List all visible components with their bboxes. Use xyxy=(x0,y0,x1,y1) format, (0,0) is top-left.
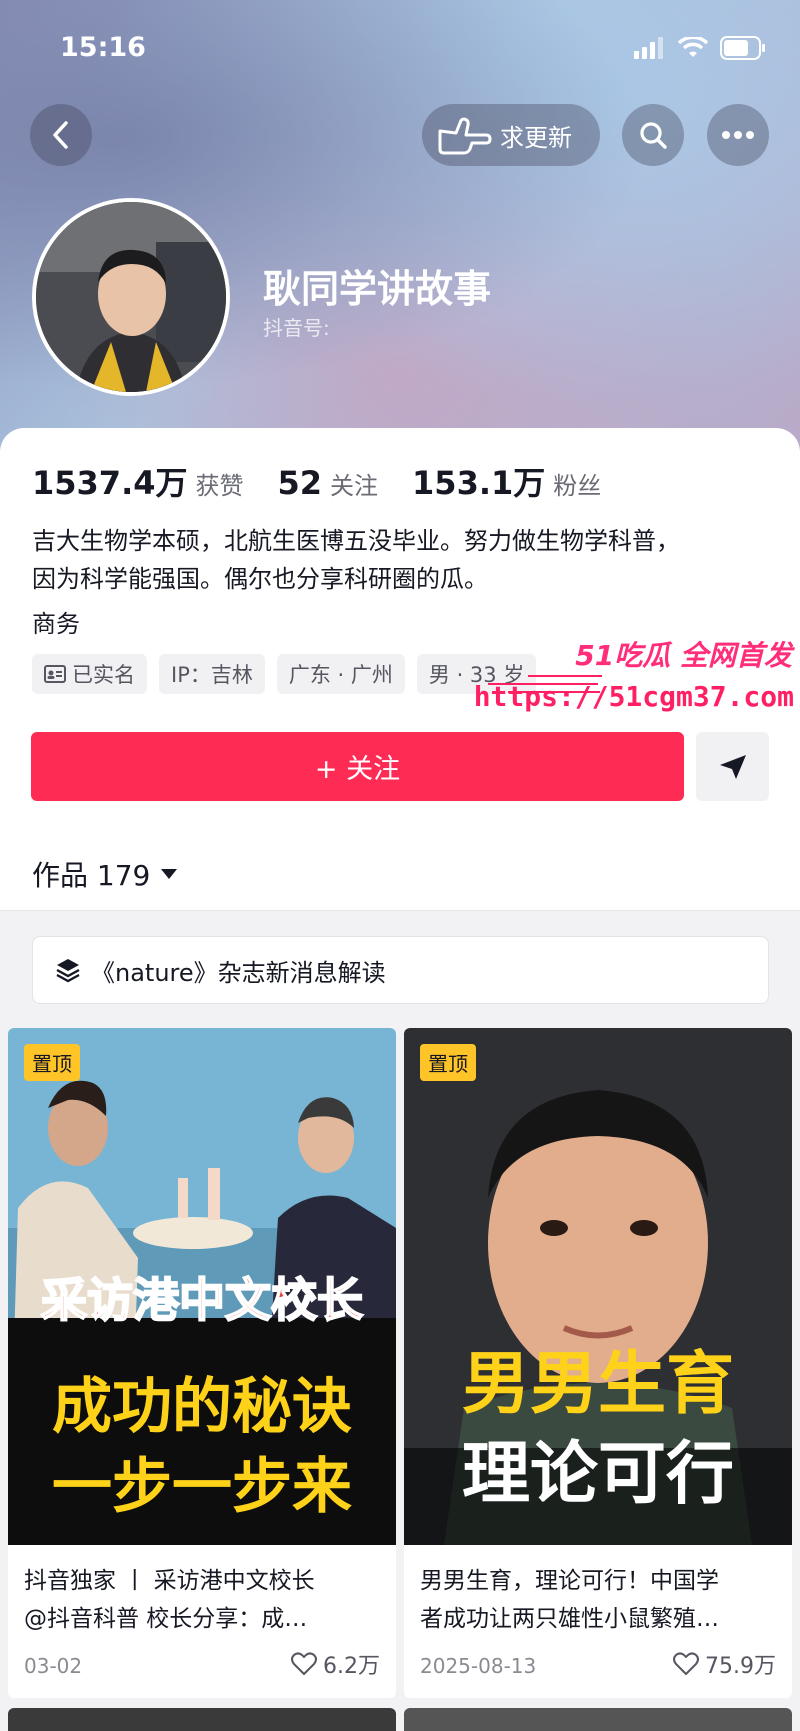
stat-likes-label: 获赞 xyxy=(195,472,244,500)
video-title-line: 男男生育，理论可行！中国学 xyxy=(420,1568,719,1594)
business-link[interactable]: 商务 xyxy=(32,604,80,639)
video-date: 2025-08-13 xyxy=(420,1654,537,1678)
video-card-partial[interactable] xyxy=(8,1708,396,1731)
request-update-button[interactable]: 求更新 xyxy=(422,104,600,166)
heart-icon xyxy=(291,1652,317,1675)
video-card[interactable]: 采访港中文校长 成功的秘诀 一步一步来 置顶 抖音独家 丨 采访港中文校长 @抖… xyxy=(8,1028,396,1698)
douyin-id[interactable]: 抖音号: xyxy=(263,312,330,341)
layers-icon xyxy=(56,959,80,983)
back-button[interactable] xyxy=(30,104,92,166)
video-title: 男男生育，理论可行！中国学 者成功让两只雄性小鼠繁殖… xyxy=(420,1562,780,1638)
tag-verified-label: 已实名 xyxy=(72,663,135,687)
video-thumbnail[interactable]: 采访港中文校长 成功的秘诀 一步一步来 置顶 xyxy=(8,1028,396,1545)
stat-following-value: 52 xyxy=(277,464,323,502)
bio-line: 吉大生物学本硕，北航生医博五没毕业。努力做生物学科普， xyxy=(32,527,680,555)
search-icon xyxy=(640,122,667,149)
caret-down-icon xyxy=(161,869,178,879)
thumbnail-headline: 一步一步来 xyxy=(52,1452,352,1522)
tag-ip: IP：吉林 xyxy=(159,654,265,694)
pointing-hand-icon xyxy=(438,117,492,155)
more-button[interactable] xyxy=(707,104,769,166)
tab-works[interactable]: 作品 179 xyxy=(32,854,178,894)
video-title-line: @抖音科普 校长分享：成… xyxy=(24,1606,308,1632)
tag-location: 广东 · 广州 xyxy=(276,654,405,694)
profile-tags: 已实名 IP：吉林 广东 · 广州 男 · 33 岁 xyxy=(32,654,537,694)
tag-verified: 已实名 xyxy=(32,654,147,694)
pinned-badge: 置顶 xyxy=(420,1044,476,1081)
video-thumbnail[interactable]: 男男生育 理论可行 置顶 xyxy=(404,1028,792,1545)
avatar-photo xyxy=(36,202,226,392)
video-likes-count: 6.2万 xyxy=(323,1654,380,1679)
stat-followers-label: 粉丝 xyxy=(553,472,602,500)
signal-icon xyxy=(634,37,663,59)
pinned-badge: 置顶 xyxy=(24,1044,80,1081)
video-likes: 6.2万 xyxy=(291,1648,380,1680)
watermark-brand: 51吃瓜 全网首发 xyxy=(575,639,792,672)
search-button[interactable] xyxy=(622,104,684,166)
stat-followers-value: 153.1万 xyxy=(412,464,546,502)
video-likes: 75.9万 xyxy=(673,1648,776,1680)
stat-likes[interactable]: 1537.4万 获赞 xyxy=(32,458,244,504)
thumbnail-headline: 男男生育 xyxy=(461,1345,734,1424)
video-card-partial[interactable] xyxy=(404,1708,792,1731)
tab-works-label: 作品 179 xyxy=(32,859,151,892)
stat-likes-value: 1537.4万 xyxy=(32,464,188,502)
stat-following[interactable]: 52 关注 xyxy=(278,464,379,502)
bio-line: 因为科学能强国。偶尔也分享科研圈的瓜。 xyxy=(32,565,488,593)
chevron-left-icon xyxy=(53,121,68,149)
video-title-line: 抖音独家 丨 采访港中文校长 xyxy=(24,1568,315,1594)
send-icon xyxy=(719,754,746,779)
follow-button[interactable]: + 关注 xyxy=(31,732,684,801)
stat-followers[interactable]: 153.1万 粉丝 xyxy=(412,458,601,504)
status-time: 15:16 xyxy=(60,32,146,63)
more-dots-icon xyxy=(722,131,754,139)
watermark-url: https://51cgm37.com xyxy=(473,680,794,713)
profile-stats: 1537.4万 获赞 52 关注 153.1万 粉丝 xyxy=(32,458,601,504)
video-date: 03-02 xyxy=(24,1654,83,1678)
heart-icon xyxy=(673,1652,699,1675)
status-icons xyxy=(634,36,766,60)
profile-bio: 吉大生物学本硕，北航生医博五没毕业。努力做生物学科普， 因为科学能强国。偶尔也分… xyxy=(32,522,772,598)
collection-label: 《nature》杂志新消息解读 xyxy=(91,958,386,987)
profile-name: 耿同学讲故事 xyxy=(263,267,492,311)
video-likes-count: 75.9万 xyxy=(705,1654,776,1679)
watermark: 51吃瓜 全网首发 https://51cgm37.com xyxy=(474,634,798,718)
video-title-line: 者成功让两只雄性小鼠繁殖… xyxy=(420,1606,719,1632)
video-title: 抖音独家 丨 采访港中文校长 @抖音科普 校长分享：成… xyxy=(24,1562,384,1638)
share-button[interactable] xyxy=(696,732,769,801)
avatar[interactable] xyxy=(32,198,230,396)
wifi-icon xyxy=(678,37,708,57)
stat-following-label: 关注 xyxy=(330,472,379,500)
thumbnail-headline: 采访港中文校长 xyxy=(40,1272,364,1328)
video-card[interactable]: 男男生育 理论可行 置顶 男男生育，理论可行！中国学 者成功让两只雄性小鼠繁殖…… xyxy=(404,1028,792,1698)
thumbnail-headline: 成功的秘诀 xyxy=(52,1372,352,1442)
request-update-label: 求更新 xyxy=(500,123,572,152)
thumbnail-headline: 理论可行 xyxy=(461,1435,734,1514)
collection-banner[interactable]: 《nature》杂志新消息解读 xyxy=(32,936,769,1004)
battery-icon xyxy=(720,36,765,60)
id-card-icon xyxy=(44,665,66,683)
status-bar: 15:16 xyxy=(0,0,800,96)
